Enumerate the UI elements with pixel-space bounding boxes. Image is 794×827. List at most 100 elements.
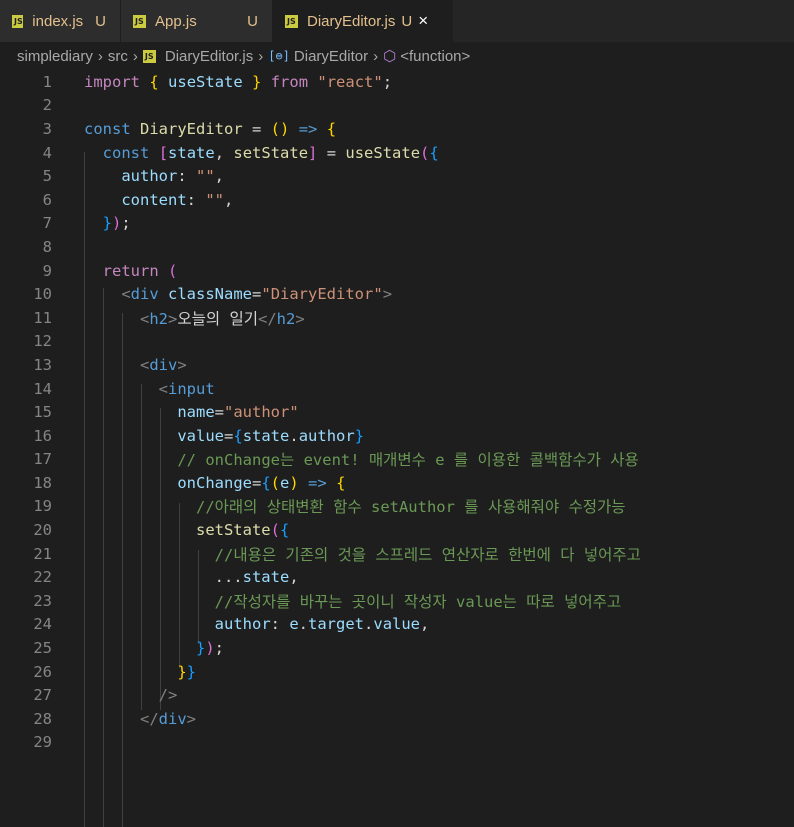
code-line[interactable]: 21 //내용은 기존의 것을 스프레드 연산자로 한번에 다 넣어주고 — [0, 542, 794, 566]
code-text: }} — [177, 662, 197, 681]
line-number: 23 — [33, 591, 52, 610]
chevron-right-icon: › — [373, 47, 379, 65]
line-number: 25 — [33, 639, 52, 658]
line-number: 12 — [33, 332, 52, 351]
code-line[interactable]: 17 // onChange는 event! 매개변수 e 를 이용한 콜백함수… — [0, 448, 794, 472]
code-line[interactable]: 10 <div className="DiaryEditor"> — [0, 282, 794, 306]
line-number: 8 — [42, 237, 52, 256]
code-line[interactable]: 26 }} — [0, 660, 794, 684]
code-editor[interactable]: 1 import { useState } from "react"; 2 3 cons… — [0, 70, 794, 827]
breadcrumb-item-symbol[interactable]: DiaryEditor — [294, 48, 368, 65]
code-line[interactable]: 18 onChange={(e) => { — [0, 471, 794, 495]
code-text: }); — [195, 639, 225, 658]
code-text: //내용은 기존의 것을 스프레드 연산자로 한번에 다 넣어주고 — [214, 545, 641, 564]
code-line[interactable]: 1 import { useState } from "react"; — [0, 70, 794, 94]
chevron-right-icon: › — [132, 47, 138, 65]
line-number: 17 — [33, 450, 52, 469]
code-text: <h2>오늘의 일기</h2> — [140, 309, 305, 328]
code-line[interactable]: 19 //아래의 상태변환 함수 setAuthor 를 사용해줘야 수정가능 — [0, 495, 794, 519]
code-line[interactable]: 29 — [0, 731, 794, 755]
line-number: 14 — [33, 379, 52, 398]
line-number: 21 — [33, 544, 52, 563]
code-line[interactable]: 13 <div> — [0, 353, 794, 377]
line-number: 7 — [42, 214, 52, 233]
tab-app-js[interactable]: JS App.js U — [121, 0, 273, 42]
tab-label: index.js — [32, 12, 84, 30]
code-line[interactable]: 20 setState({ — [0, 518, 794, 542]
line-number: 29 — [33, 733, 52, 752]
code-line[interactable]: 24 author: e.target.value, — [0, 613, 794, 637]
line-number: 20 — [33, 521, 52, 540]
tab-bar: JS index.js U JS App.js U JS DiaryEditor… — [0, 0, 794, 42]
line-number: 19 — [33, 497, 52, 516]
line-number: 28 — [33, 709, 52, 728]
line-number: 10 — [33, 285, 52, 304]
untracked-badge: U — [247, 12, 258, 30]
code-line[interactable]: 25 }); — [0, 636, 794, 660]
code-line[interactable]: 6 content: "", — [0, 188, 794, 212]
untracked-badge: U — [95, 12, 106, 30]
code-text: content: "", — [121, 190, 234, 209]
code-text: <div> — [140, 355, 187, 374]
code-text: value={state.author} — [177, 426, 365, 445]
line-number: 4 — [42, 143, 52, 162]
code-text: import { useState } from "react"; — [84, 72, 393, 91]
breadcrumb: simplediary › src › JS DiaryEditor.js › … — [0, 42, 794, 70]
code-lines: 1 import { useState } from "react"; 2 3 cons… — [0, 70, 794, 754]
code-line[interactable]: 2 — [0, 94, 794, 118]
tab-index-js[interactable]: JS index.js U — [0, 0, 121, 42]
tab-label: DiaryEditor.js — [307, 12, 396, 30]
code-line[interactable]: 4 const [state, setState] = useState({ — [0, 141, 794, 165]
code-line[interactable]: 22 ...state, — [0, 565, 794, 589]
line-number: 27 — [33, 686, 52, 705]
code-text: onChange={(e) => { — [177, 473, 346, 492]
code-text: ...state, — [84, 568, 299, 587]
tab-label: App.js — [155, 12, 197, 30]
code-line[interactable]: 3 const DiaryEditor = () => { — [0, 117, 794, 141]
tab-diaryeditor-js[interactable]: JS DiaryEditor.js U × — [273, 0, 453, 42]
line-number: 2 — [42, 96, 52, 115]
breadcrumb-item-simplediary[interactable]: simplediary — [17, 48, 93, 65]
code-line[interactable]: 28 </div> — [0, 707, 794, 731]
js-file-icon: JS — [285, 14, 298, 28]
line-number: 13 — [33, 355, 52, 374]
variable-symbol-icon: [⊜] — [268, 49, 290, 63]
line-number: 26 — [33, 662, 52, 681]
breadcrumb-item-src[interactable]: src — [108, 48, 128, 65]
code-text: const DiaryEditor = () => { — [84, 119, 337, 138]
code-line[interactable]: 11 <h2>오늘의 일기</h2> — [0, 306, 794, 330]
code-line[interactable]: 15 name="author" — [0, 400, 794, 424]
code-line[interactable]: 5 author: "", — [0, 164, 794, 188]
breadcrumb-item-function[interactable]: <function> — [400, 48, 470, 65]
line-number: 11 — [33, 308, 52, 327]
breadcrumb-item-file[interactable]: DiaryEditor.js — [165, 48, 253, 65]
code-text: <div className="DiaryEditor"> — [121, 285, 393, 304]
code-line[interactable]: 23 //작성자를 바꾸는 곳이니 작성자 value는 따로 넣어주고 — [0, 589, 794, 613]
js-file-icon: JS — [133, 14, 146, 28]
untracked-badge: U — [401, 12, 413, 30]
code-line[interactable]: 8 — [0, 235, 794, 259]
line-number: 3 — [42, 119, 52, 138]
line-number: 24 — [33, 615, 52, 634]
code-line[interactable]: 14 <input — [0, 377, 794, 401]
code-line[interactable]: 7 }); — [0, 212, 794, 236]
line-number: 1 — [42, 72, 52, 91]
line-number: 18 — [33, 473, 52, 492]
code-text: name="author" — [177, 403, 299, 422]
code-line[interactable]: 27 /> — [0, 683, 794, 707]
code-text: //아래의 상태변환 함수 setAuthor 를 사용해줘야 수정가능 — [195, 498, 626, 517]
code-text: </div> — [140, 709, 197, 728]
close-icon[interactable]: × — [418, 11, 428, 31]
code-text: //작성자를 바꾸는 곳이니 작성자 value는 따로 넣어주고 — [214, 592, 622, 611]
code-line[interactable]: 12 — [0, 330, 794, 354]
code-text: return ( — [102, 261, 178, 280]
code-text: author: "", — [121, 167, 225, 186]
line-number: 15 — [33, 403, 52, 422]
code-line[interactable]: 9 return ( — [0, 259, 794, 283]
code-line[interactable]: 16 value={state.author} — [0, 424, 794, 448]
line-number: 22 — [33, 568, 52, 587]
chevron-right-icon: › — [97, 47, 103, 65]
line-number: 6 — [42, 190, 52, 209]
chevron-right-icon: › — [258, 47, 264, 65]
code-text: // onChange는 event! 매개변수 e 를 이용한 콜백함수가 사… — [177, 451, 639, 470]
